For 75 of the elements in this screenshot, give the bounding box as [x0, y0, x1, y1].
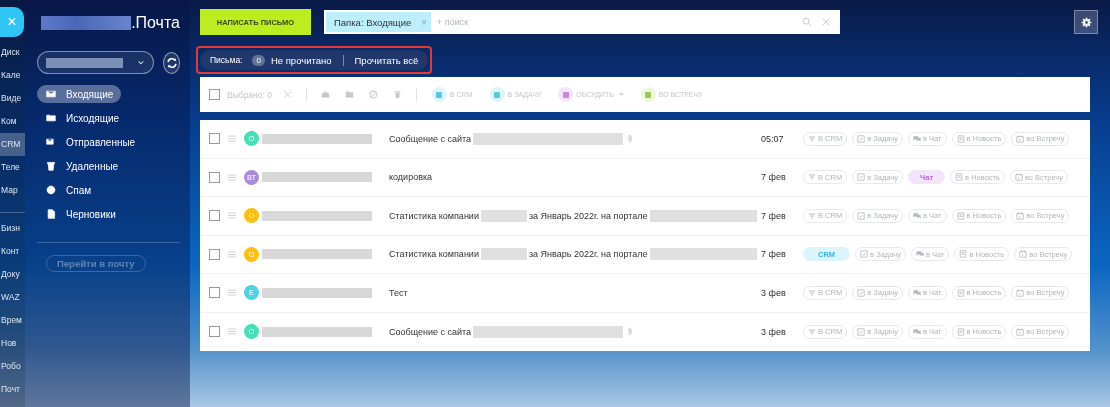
caret-icon: [618, 92, 624, 97]
rail-item[interactable]: Диск: [0, 41, 25, 64]
app-title: .Почта: [131, 13, 180, 32]
subject-text: за Январь 2022г. на портале: [528, 249, 648, 260]
read-all-link[interactable]: Прочитать всё: [354, 54, 419, 66]
block-icon[interactable]: [369, 90, 378, 99]
rail-item[interactable]: Робо: [0, 355, 25, 378]
subject-text: за Январь 2022г. на портале: [528, 210, 648, 221]
document-icon: [955, 173, 964, 182]
subject-text: Сообщение с сайта: [389, 326, 472, 337]
drag-handle-icon[interactable]: [228, 173, 236, 181]
remove-tag-button[interactable]: ×: [421, 16, 428, 28]
document-icon: [956, 134, 965, 143]
trash-icon[interactable]: [393, 90, 402, 99]
folder-item[interactable]: Отправленные: [37, 133, 144, 151]
drag-handle-icon[interactable]: [228, 328, 236, 336]
rail-item[interactable]: Ком: [0, 110, 25, 133]
message-date: 05:07: [761, 133, 785, 144]
rail-item[interactable]: Бизн: [0, 217, 25, 240]
folder-item[interactable]: Исходящие: [37, 109, 128, 127]
row-checkbox[interactable]: [209, 248, 220, 260]
subject-text: Сообщение с сайта: [389, 133, 472, 144]
row-checkbox[interactable]: [209, 210, 220, 222]
subject-text: Статистика компании: [389, 249, 479, 260]
rail-item[interactable]: Мар: [0, 179, 25, 202]
counter-label: Письма:: [210, 55, 243, 65]
folder-item[interactable]: Удаленные: [37, 157, 127, 175]
drag-handle-icon[interactable]: [228, 250, 236, 258]
refresh-button[interactable]: [163, 51, 180, 74]
document-icon: [956, 211, 965, 220]
folder-item[interactable]: Спам: [37, 181, 100, 199]
clear-selection-icon[interactable]: [283, 90, 292, 99]
rail-item[interactable]: Доку: [0, 263, 25, 286]
message-date: 7 фев: [761, 210, 787, 221]
close-button[interactable]: ×: [0, 7, 24, 37]
unread-filter-link[interactable]: Не прочитано: [270, 54, 332, 66]
rail-item[interactable]: CRM: [0, 133, 25, 156]
select-all-checkbox[interactable]: [209, 89, 220, 100]
message-date: 3 фев: [761, 287, 787, 298]
clear-icon[interactable]: [821, 17, 831, 27]
subject-text: Статистика компании: [389, 210, 479, 221]
row-checkbox[interactable]: [209, 133, 220, 145]
refresh-icon: [165, 56, 178, 69]
rail-item[interactable]: Врем: [0, 309, 25, 332]
document-icon: [959, 250, 968, 259]
subject-text: Тест: [389, 287, 408, 298]
rail-item[interactable]: Нов: [0, 332, 25, 355]
drag-handle-icon[interactable]: [228, 289, 236, 297]
document-icon: [956, 288, 965, 297]
settings-button[interactable]: [1074, 10, 1098, 34]
row-checkbox[interactable]: [209, 287, 220, 299]
rail-item[interactable]: WAZ: [0, 286, 25, 309]
filter-tag: Папка: Входящие ×: [326, 12, 432, 32]
folder-item[interactable]: Черновики: [37, 205, 124, 223]
message-date: 7 фев: [761, 172, 787, 183]
search-icon[interactable]: [802, 17, 812, 27]
search-field[interactable]: Папка: Входящие × + поиск: [324, 10, 840, 34]
folder-item[interactable]: Входящие: [37, 85, 122, 103]
row-checkbox[interactable]: [209, 171, 220, 183]
rail-item[interactable]: Виде: [0, 87, 25, 110]
rail-item[interactable]: Кале: [0, 64, 25, 87]
rail-item[interactable]: Конт: [0, 240, 25, 263]
unread-count-badge: 0: [252, 54, 265, 66]
caret-icon: [137, 59, 145, 66]
message-date: 7 фев: [761, 249, 787, 260]
subject-text: кодировка: [389, 172, 433, 183]
message-date: 3 фев: [761, 326, 787, 337]
mailbox-dropdown[interactable]: [37, 51, 154, 74]
rail-item[interactable]: Почт: [0, 378, 25, 401]
settings-icon: [1080, 16, 1092, 28]
drag-handle-icon[interactable]: [228, 212, 236, 220]
document-icon: [956, 327, 965, 336]
drag-handle-icon[interactable]: [228, 135, 236, 143]
row-checkbox[interactable]: [209, 326, 220, 338]
rail-item[interactable]: Теле: [0, 156, 25, 179]
